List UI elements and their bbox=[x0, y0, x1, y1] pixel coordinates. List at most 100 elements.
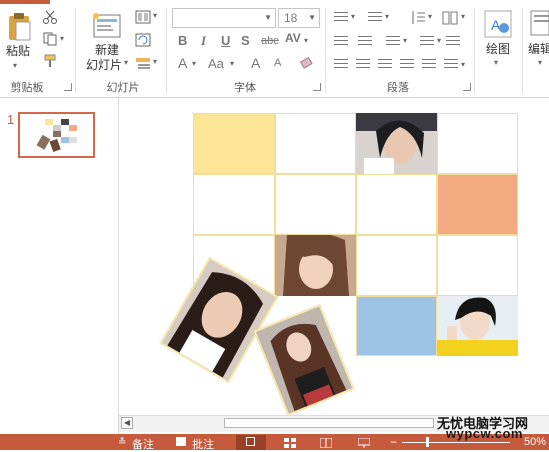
grid-cell[interactable] bbox=[437, 113, 518, 174]
new-slide-dropdown-icon[interactable]: ▾ bbox=[124, 58, 128, 67]
slideshow-icon[interactable] bbox=[357, 437, 371, 448]
zoom-slider-thumb[interactable] bbox=[426, 437, 429, 447]
columns-icon[interactable] bbox=[442, 10, 458, 26]
copy-dropdown-icon[interactable]: ▾ bbox=[60, 34, 64, 43]
clipboard-launcher-icon[interactable] bbox=[64, 83, 72, 91]
normal-view-glyph-icon bbox=[246, 437, 255, 446]
font-size-combo[interactable]: 18 ▼ bbox=[278, 8, 320, 28]
align-left-icon[interactable] bbox=[334, 59, 348, 71]
font-size-value: 18 bbox=[284, 11, 298, 25]
line-spacing-dropdown-icon[interactable]: ▾ bbox=[428, 12, 432, 21]
shadow-button[interactable]: S bbox=[241, 33, 250, 48]
layout-icon[interactable] bbox=[135, 10, 151, 24]
zoom-slider[interactable] bbox=[402, 442, 510, 443]
group-divider bbox=[166, 8, 167, 93]
font-name-combo[interactable]: ▼ bbox=[172, 8, 276, 28]
numbering-dropdown-icon[interactable]: ▾ bbox=[385, 12, 389, 21]
slide-thumbnail[interactable] bbox=[18, 112, 95, 158]
grid-cell-blue[interactable] bbox=[356, 296, 437, 356]
group-divider bbox=[325, 8, 326, 93]
format-painter-icon[interactable] bbox=[43, 54, 57, 68]
clear-formatting-icon[interactable] bbox=[299, 56, 315, 70]
new-slide-label-line2[interactable]: 幻灯片 bbox=[83, 58, 125, 73]
watermark-url: wypcw.com bbox=[446, 426, 523, 441]
bullets-icon[interactable] bbox=[334, 12, 348, 24]
bullets-dropdown-icon[interactable]: ▾ bbox=[351, 12, 355, 21]
notes-icon[interactable]: ≛ bbox=[118, 437, 130, 448]
drawing-icon[interactable]: A bbox=[484, 10, 512, 38]
text-direction-dropdown-icon[interactable]: ▾ bbox=[403, 36, 407, 45]
portrait-photo[interactable] bbox=[275, 235, 356, 296]
font-color-dropdown-icon[interactable]: ▾ bbox=[192, 59, 196, 68]
scroll-left-icon[interactable]: ◀ bbox=[121, 417, 133, 429]
text-direction-icon[interactable] bbox=[386, 36, 400, 48]
clipboard-group-label: 剪贴板 bbox=[10, 82, 44, 94]
decrease-indent-icon[interactable] bbox=[334, 36, 348, 48]
bold-button[interactable]: B bbox=[178, 33, 187, 48]
editing-dropdown-icon[interactable]: ▾ bbox=[538, 58, 542, 67]
columns-dropdown-icon[interactable]: ▾ bbox=[461, 12, 465, 21]
grid-cell[interactable] bbox=[193, 174, 275, 235]
zoom-out-icon[interactable]: − bbox=[390, 436, 402, 448]
change-case-button[interactable]: Aa bbox=[208, 56, 224, 71]
reset-icon[interactable] bbox=[135, 33, 151, 47]
align-text-dropdown-icon[interactable]: ▾ bbox=[437, 36, 441, 45]
numbering-icon[interactable] bbox=[368, 12, 382, 24]
line-spacing-icon[interactable] bbox=[410, 10, 426, 26]
section-icon[interactable] bbox=[135, 56, 151, 70]
paste-icon[interactable] bbox=[6, 12, 32, 42]
new-slide-icon[interactable] bbox=[92, 12, 122, 40]
portrait-photo[interactable] bbox=[437, 296, 518, 356]
increase-indent-icon[interactable] bbox=[358, 36, 372, 48]
font-color-button[interactable]: A bbox=[178, 55, 187, 71]
distributed-icon[interactable] bbox=[422, 59, 436, 71]
zoom-level[interactable]: 50% bbox=[524, 436, 546, 448]
drawing-dropdown-icon[interactable]: ▾ bbox=[494, 58, 498, 67]
cut-icon[interactable] bbox=[43, 10, 57, 24]
smartart-icon[interactable] bbox=[446, 36, 460, 48]
character-spacing-button[interactable]: AV bbox=[285, 31, 301, 45]
font-launcher-icon[interactable] bbox=[313, 83, 321, 91]
grid-cell[interactable] bbox=[356, 235, 437, 296]
grid-cell-yellow[interactable] bbox=[193, 113, 275, 174]
paste-dropdown-icon[interactable]: ▾ bbox=[13, 61, 17, 70]
chevron-down-icon[interactable]: ▼ bbox=[264, 9, 272, 27]
comments-icon[interactable] bbox=[176, 437, 186, 446]
grow-font-button[interactable]: A bbox=[251, 55, 260, 71]
file-tab[interactable] bbox=[0, 0, 50, 4]
svg-text:A: A bbox=[491, 17, 501, 33]
copy-icon[interactable] bbox=[43, 32, 57, 46]
new-slide-label-line1[interactable]: 新建 bbox=[88, 43, 126, 58]
portrait-photo[interactable] bbox=[356, 113, 437, 174]
reading-view-icon[interactable] bbox=[319, 437, 333, 449]
underline-button[interactable]: U bbox=[221, 33, 230, 48]
align-right-icon[interactable] bbox=[378, 59, 392, 71]
group-divider bbox=[75, 8, 76, 93]
shrink-font-button[interactable]: A bbox=[274, 57, 281, 69]
strikethrough-button[interactable]: abc bbox=[261, 35, 279, 47]
group-divider bbox=[522, 8, 523, 93]
chevron-down-icon[interactable]: ▼ bbox=[308, 9, 316, 27]
scrollbar-thumb[interactable] bbox=[224, 418, 434, 428]
find-icon[interactable] bbox=[530, 10, 549, 36]
paragraph-launcher-icon[interactable] bbox=[463, 83, 471, 91]
justify-icon[interactable] bbox=[400, 59, 414, 71]
italic-button[interactable]: I bbox=[201, 33, 206, 49]
paragraph-align-icon[interactable] bbox=[444, 59, 458, 71]
paste-button-label[interactable]: 粘贴 bbox=[4, 44, 32, 59]
section-dropdown-icon[interactable]: ▾ bbox=[153, 57, 157, 66]
grid-cell[interactable] bbox=[275, 113, 356, 174]
align-center-icon[interactable] bbox=[356, 59, 370, 71]
grid-cell-orange[interactable] bbox=[437, 174, 518, 235]
grid-cell[interactable] bbox=[356, 174, 437, 235]
grid-cell[interactable] bbox=[437, 235, 518, 296]
layout-dropdown-icon[interactable]: ▾ bbox=[153, 11, 157, 20]
slide-sorter-icon[interactable] bbox=[284, 437, 296, 448]
grid-cell[interactable] bbox=[275, 174, 356, 235]
drawing-button-label[interactable]: 绘图 bbox=[480, 42, 516, 57]
editing-button-label[interactable]: 编辑 bbox=[528, 42, 549, 57]
change-case-dropdown-icon[interactable]: ▾ bbox=[230, 59, 234, 68]
spacing-dropdown-icon[interactable]: ▾ bbox=[304, 36, 308, 45]
paragraph-align-dropdown-icon[interactable]: ▾ bbox=[461, 60, 465, 69]
align-text-icon[interactable] bbox=[420, 36, 434, 48]
